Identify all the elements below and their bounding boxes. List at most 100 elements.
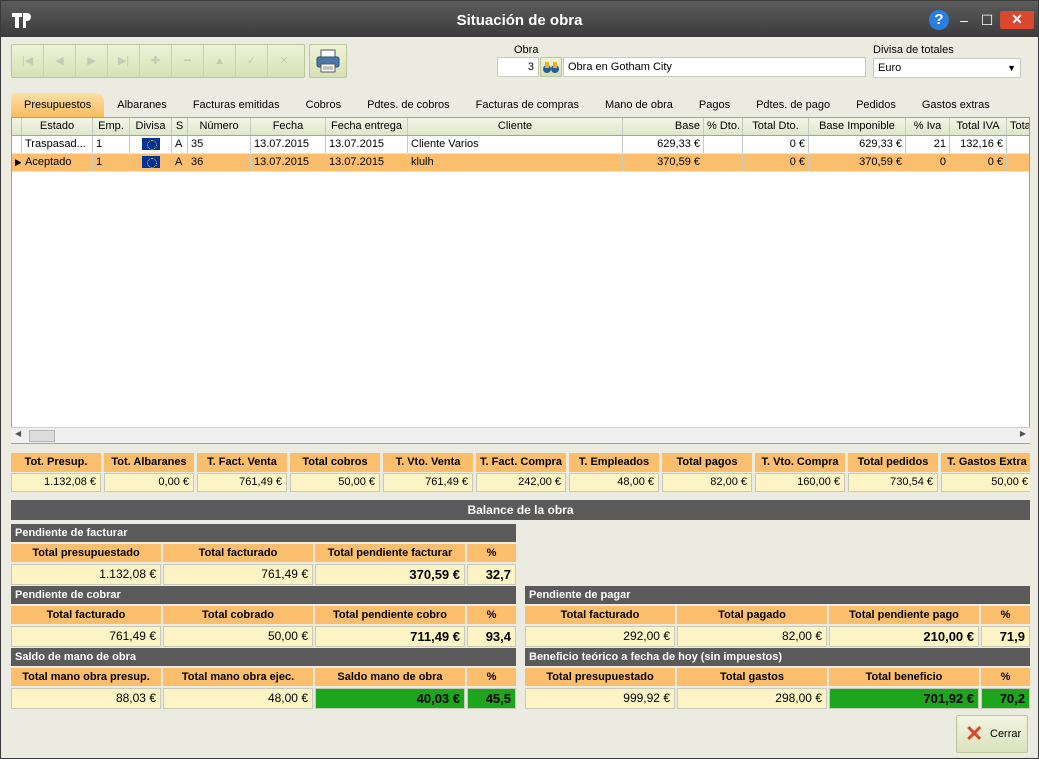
tab-mano-obra[interactable]: Mano de obra [592,93,686,117]
scroll-right-icon[interactable]: ▶ [1020,429,1026,438]
tab-pedidos[interactable]: Pedidos [843,93,909,117]
cell-divisa [130,136,172,153]
header-percent: % [467,606,516,624]
obra-name-field[interactable]: Obra en Gotham City [563,57,866,77]
col-serie[interactable]: S [172,118,188,135]
tab-albaranes[interactable]: Albaranes [104,93,180,117]
header-total-beneficio: Total beneficio [829,668,979,686]
header-total-presupuestado: Total presupuestado [11,544,161,562]
col-base-imponible[interactable]: Base Imponible [809,118,906,135]
col-iva[interactable]: % Iva [906,118,950,135]
section-values: 292,00 € 82,00 € 210,00 € 71,9 [525,626,1030,647]
value-mano-obra-presup: 88,03 € [11,688,161,709]
total-cobros: Total cobros 50,00 € [290,453,380,495]
total-pedidos: Total pedidos 730,54 € [848,453,938,495]
edit-record-icon[interactable]: ▲ [204,45,236,77]
col-divisa[interactable]: Divisa [130,118,172,135]
total-label: Total cobros [290,453,380,472]
cell-divisa [130,154,172,171]
cerrar-button[interactable]: ✕ Cerrar [956,715,1028,753]
last-record-icon[interactable]: ▶| [108,45,140,77]
scroll-left-icon[interactable]: ◀ [15,429,21,438]
col-dto[interactable]: % Dto. [704,118,743,135]
col-emp[interactable]: Emp. [93,118,130,135]
maximize-icon[interactable]: ☐ [976,11,998,29]
horizontal-scrollbar[interactable]: ◀ ▶ [11,427,1030,443]
col-total-iva[interactable]: Total IVA [950,118,1007,135]
total-value: 761,49 € [383,473,473,492]
close-icon[interactable]: ✕ [1000,11,1034,29]
section-headers: Total presupuestado Total facturado Tota… [11,544,516,562]
cell-base: 629,33 € [623,136,704,153]
col-total-dto[interactable]: Total Dto. [743,118,809,135]
obra-search-button[interactable] [540,57,562,77]
confirm-icon[interactable]: ✓ [236,45,268,77]
col-numero[interactable]: Número [188,118,251,135]
total-vto-compra: T. Vto. Compra 160,00 € [755,453,845,495]
close-x-icon: ✕ [965,721,984,746]
tab-bar: Presupuestos Albaranes Facturas emitidas… [11,93,1031,117]
header-total-pagado: Total pagado [677,606,827,624]
window: Situación de obra ? – ☐ ✕ |◀ ◀ ▶ ▶| ✚ ━ … [0,0,1039,759]
value-total-cobrado: 50,00 € [163,626,313,647]
col-base[interactable]: Base [623,118,704,135]
section-title: Pendiente de facturar [11,524,516,542]
total-value: 48,00 € [569,473,659,492]
first-record-icon[interactable]: |◀ [12,45,44,77]
value-total-presupuestado: 999,92 € [525,688,675,709]
header-total-pendiente-cobro: Total pendiente cobro [315,606,465,624]
col-fecha-entrega[interactable]: Fecha entrega [326,118,408,135]
tab-pagos[interactable]: Pagos [686,93,743,117]
tab-presupuestos[interactable]: Presupuestos [11,93,105,117]
cell-serie: A [172,154,188,171]
tab-facturas-compras[interactable]: Facturas de compras [463,93,592,117]
tab-pdtes-pago[interactable]: Pdtes. de pago [743,93,843,117]
cell-base-imponible: 370,59 € [809,154,906,171]
table-row[interactable]: ▶ Aceptado 1 A 36 13.07.2015 13.07.2015 … [12,154,1029,172]
value-percent: 93,4 [467,626,516,647]
cell-total-iva: 132,16 € [950,136,1007,153]
obra-number-field[interactable]: 3 [497,57,539,77]
cerrar-label: Cerrar [990,728,1022,740]
table-row[interactable]: Traspasad... 1 A 35 13.07.2015 13.07.201… [12,136,1029,154]
total-label: T. Gastos Extra [941,453,1030,472]
presupuestos-grid: Estado Emp. Divisa S Número Fecha Fecha … [11,117,1030,444]
next-record-icon[interactable]: ▶ [76,45,108,77]
help-icon[interactable]: ? [929,10,949,30]
header-total-facturado: Total facturado [525,606,675,624]
col-total[interactable]: Tota [1007,118,1029,135]
title-bar: Situación de obra ? – ☐ ✕ [1,1,1038,37]
mano-obra-section: Saldo de mano de obra Total mano obra pr… [11,648,516,709]
window-title: Situación de obra [456,12,583,29]
divisa-select[interactable]: Euro ▼ [873,58,1021,78]
scroll-thumb[interactable] [29,430,55,442]
cancel-icon[interactable]: ✕ [268,45,300,77]
total-label: Total pagos [662,453,752,472]
add-record-icon[interactable]: ✚ [140,45,172,77]
delete-record-icon[interactable]: ━ [172,45,204,77]
tab-facturas-emitidas[interactable]: Facturas emitidas [180,93,293,117]
col-cliente[interactable]: Cliente [408,118,623,135]
minimize-icon[interactable]: – [953,11,975,29]
printer-icon [316,49,340,73]
value-percent: 71,9 [981,626,1030,647]
col-fecha[interactable]: Fecha [251,118,326,135]
tab-pdtes-cobros[interactable]: Pdtes. de cobros [354,93,463,117]
total-vto-venta: T. Vto. Venta 761,49 € [383,453,473,495]
value-percent: 32,7 [467,564,516,585]
total-value: 761,49 € [197,473,287,492]
header-mano-obra-presup: Total mano obra presup. [11,668,161,686]
previous-record-icon[interactable]: ◀ [44,45,76,77]
cell-emp: 1 [93,136,130,153]
cell-fecha: 13.07.2015 [251,136,326,153]
row-indicator-header [12,118,22,135]
print-button[interactable] [309,44,347,78]
tab-gastos-extras[interactable]: Gastos extras [909,93,1003,117]
cell-cliente: klulh [408,154,623,171]
cell-estado: Aceptado [22,154,93,171]
tab-cobros[interactable]: Cobros [293,93,354,117]
section-headers: Total facturado Total pagado Total pendi… [525,606,1030,624]
section-title: Saldo de mano de obra [11,648,516,666]
col-estado[interactable]: Estado [22,118,93,135]
header-mano-obra-ejec: Total mano obra ejec. [163,668,313,686]
